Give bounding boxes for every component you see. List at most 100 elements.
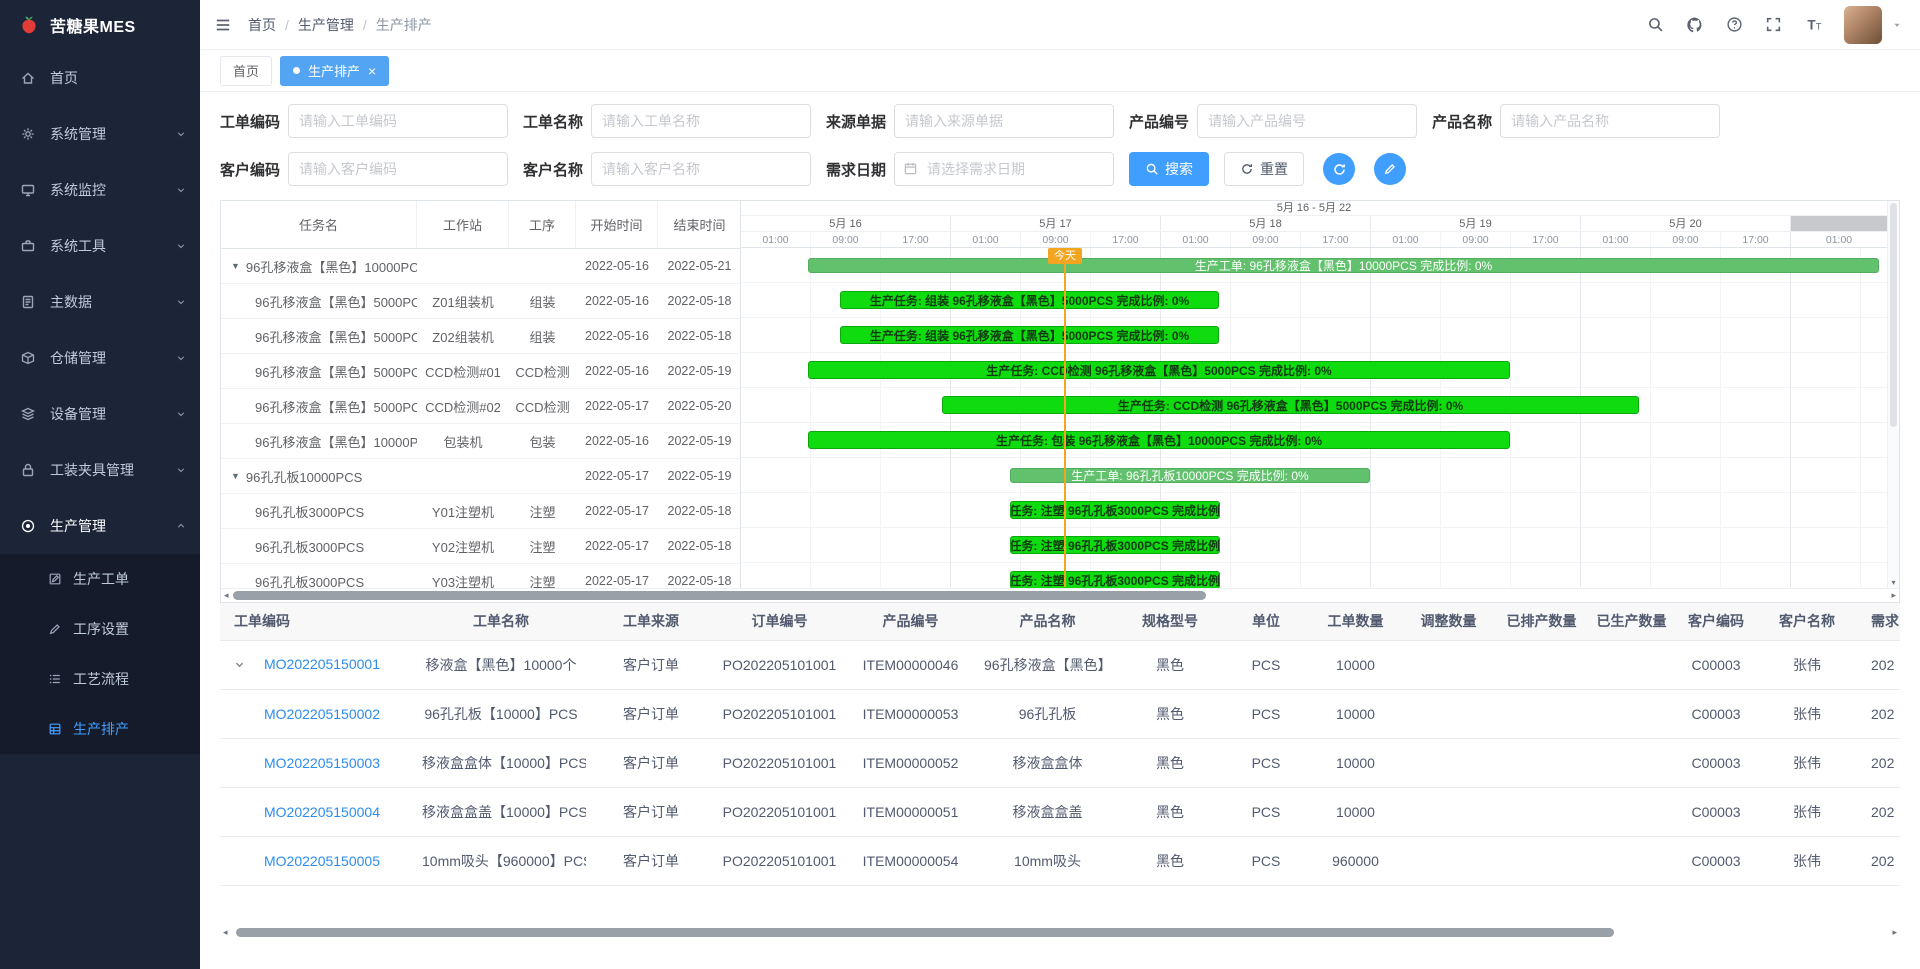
gantt-task-row[interactable]: ▼96孔移液盒【黑色】10000PCS 2022-05-162022-05-21 [221, 249, 740, 284]
sidebar-item-warehouse[interactable]: 仓储管理 [0, 330, 200, 386]
search-icon [1145, 162, 1159, 176]
col-work-order-source: 工单来源 [586, 603, 716, 640]
work-order-link[interactable]: MO202205150004 [264, 804, 380, 820]
work-order-link[interactable]: MO202205150005 [264, 853, 380, 869]
sidebar-item-system-tools[interactable]: 系统工具 [0, 218, 200, 274]
help-icon[interactable] [1726, 16, 1743, 33]
demand-date-input[interactable] [894, 152, 1114, 186]
vertical-scroll-thumb[interactable] [1890, 203, 1897, 427]
scroll-right-icon[interactable]: ▸ [1891, 590, 1896, 601]
sidebar-subitem-process-flow[interactable]: 工艺流程 [0, 654, 200, 704]
sidebar-item-master-data[interactable]: 主数据 [0, 274, 200, 330]
scroll-left-icon[interactable]: ◂ [224, 590, 229, 601]
collapse-icon[interactable]: ▼ [231, 471, 240, 481]
table-row[interactable]: MO202205150002 96孔孔板【10000】PCS客户订单PO2022… [220, 689, 1900, 738]
tab-bar: 首页 生产排产 × [200, 50, 1920, 92]
sidebar-subitem-scheduling[interactable]: 生产排产 [0, 704, 200, 754]
gantt-task-row[interactable]: 96孔移液盒【黑色】5000PCS CCD检测#02CCD检测 2022-05-… [221, 389, 740, 424]
gantt-task-row[interactable]: 96孔移液盒【黑色】5000PCS Z02组装机组装 2022-05-16202… [221, 319, 740, 354]
table-row[interactable]: MO202205150001 移液盒【黑色】10000个客户订单PO202205… [220, 640, 1900, 689]
sidebar-item-equipment[interactable]: 设备管理 [0, 386, 200, 442]
gantt-bar[interactable]: 生产任务: 组装 96孔移液盒【黑色】5000PCS 完成比例: 0% [840, 291, 1219, 309]
search-button[interactable]: 搜索 [1129, 152, 1209, 186]
horizontal-scroll-thumb[interactable] [236, 928, 1614, 937]
table-row[interactable]: MO202205150003 移液盒盒体【10000】PCS客户订单PO2022… [220, 738, 1900, 787]
gantt-task-row[interactable]: ▼96孔孔板10000PCS 2022-05-172022-05-19 [221, 459, 740, 494]
sidebar-subitem-process-settings[interactable]: 工序设置 [0, 604, 200, 654]
collapse-icon[interactable]: ▼ [231, 261, 240, 271]
gantt-bar[interactable]: 生产工单: 96孔移液盒【黑色】10000PCS 完成比例: 0% [808, 258, 1879, 273]
gantt-bar[interactable]: 生产任务: 组装 96孔移液盒【黑色】5000PCS 完成比例: 0% [840, 326, 1219, 344]
gantt-day-header: 5月 20 [1581, 216, 1791, 231]
refresh-circle-button[interactable] [1323, 153, 1355, 185]
gantt-vertical-scrollbar[interactable]: ▴ ▾ [1887, 201, 1899, 588]
product-name-input[interactable] [1500, 104, 1720, 138]
gantt-bar[interactable]: 生产任务: CCD检测 96孔移液盒【黑色】5000PCS 完成比例: 0% [942, 396, 1639, 414]
sidebar-item-system-monitor[interactable]: 系统监控 [0, 162, 200, 218]
work-order-link[interactable]: MO202205150001 [264, 656, 380, 672]
filter-work-order-name: 工单名称 [523, 104, 811, 138]
breadcrumb-item[interactable]: 首页 [248, 15, 276, 35]
today-badge: 今天 [1048, 248, 1082, 264]
github-icon[interactable] [1686, 16, 1704, 34]
hamburger-icon[interactable] [214, 16, 232, 34]
gantt-day-header: 5月 18 [1161, 216, 1371, 231]
tab-scheduling[interactable]: 生产排产 × [280, 56, 389, 86]
tab-home[interactable]: 首页 [220, 56, 272, 86]
tab-close-icon[interactable]: × [368, 64, 376, 78]
gantt-task-row[interactable]: 96孔移液盒【黑色】5000PCS Z01组装机组装 2022-05-16202… [221, 284, 740, 319]
breadcrumb-separator: / [363, 17, 367, 33]
row-expand-icon[interactable] [234, 657, 264, 673]
gantt-task-row[interactable]: 96孔孔板3000PCS Y02注塑机注塑 2022-05-172022-05-… [221, 529, 740, 564]
col-scheduled-qty: 已排产数量 [1495, 603, 1588, 640]
col-unit: 单位 [1223, 603, 1309, 640]
edit-icon [1383, 162, 1397, 176]
work-order-link[interactable]: MO202205150003 [264, 755, 380, 771]
gantt-task-row[interactable]: 96孔移液盒【黑色】5000PCS CCD检测#01CCD检测 2022-05-… [221, 354, 740, 389]
gantt-bar[interactable]: 生产任务: 注塑 96孔孔板3000PCS 完成比例: 0% [1010, 571, 1220, 588]
caret-down-icon[interactable] [1892, 20, 1902, 30]
avatar[interactable] [1844, 6, 1882, 44]
logo[interactable]: 苦糖果MES [0, 0, 200, 50]
scroll-left-icon[interactable]: ◂ [223, 927, 228, 938]
table-row[interactable]: MO202205150005 10mm吸头【960000】PCS客户订单PO20… [220, 836, 1900, 885]
sidebar-item-home[interactable]: 首页 [0, 50, 200, 106]
gantt-col-station: 工作站 [417, 201, 509, 248]
page-content: 工单编码 工单名称 来源单据 产品编号 产品名称 [200, 92, 1920, 969]
sidebar-item-label: 生产管理 [50, 516, 176, 536]
horizontal-scroll-thumb[interactable] [233, 591, 1206, 600]
sidebar-item-fixture[interactable]: 工装夹具管理 [0, 442, 200, 498]
sidebar-item-system-mgmt[interactable]: 系统管理 [0, 106, 200, 162]
gantt-bar[interactable]: 生产任务: 注塑 96孔孔板3000PCS 完成比例: 0% [1010, 501, 1220, 519]
search-icon[interactable] [1647, 16, 1664, 33]
font-size-icon[interactable]: TT [1804, 16, 1822, 34]
gantt-task-row[interactable]: 96孔孔板3000PCS Y01注塑机注塑 2022-05-172022-05-… [221, 494, 740, 529]
reset-button[interactable]: 重置 [1224, 152, 1304, 186]
table-row[interactable]: MO202205150004 移液盒盒盖【10000】PCS客户订单PO2022… [220, 787, 1900, 836]
sidebar-menu: 首页 系统管理 系统监控 系统工具 主数据 [0, 50, 200, 754]
gantt-task-row[interactable]: 96孔移液盒【黑色】10000PCS 包装机包装 2022-05-162022-… [221, 424, 740, 459]
fullscreen-icon[interactable] [1765, 16, 1782, 33]
scroll-right-icon[interactable]: ▸ [1892, 927, 1897, 938]
work-order-code-input[interactable] [288, 104, 508, 138]
sidebar-item-production[interactable]: 生产管理 [0, 498, 200, 554]
edit-circle-button[interactable] [1374, 153, 1406, 185]
product-code-input[interactable] [1197, 104, 1417, 138]
gantt-task-row[interactable]: 96孔孔板3000PCS Y03注塑机注塑 2022-05-172022-05-… [221, 564, 740, 588]
sidebar-item-label: 工装夹具管理 [50, 460, 176, 480]
gantt-bar[interactable]: 生产任务: CCD检测 96孔移液盒【黑色】5000PCS 完成比例: 0% [808, 361, 1510, 379]
source-doc-input[interactable] [894, 104, 1114, 138]
orders-table: 工单编码 工单名称 工单来源 订单编号 产品编号 产品名称 规格型号 单位 工单… [220, 603, 1900, 886]
work-order-link[interactable]: MO202205150002 [264, 706, 380, 722]
customer-code-input[interactable] [288, 152, 508, 186]
breadcrumb-item[interactable]: 生产管理 [298, 15, 354, 35]
sidebar-subitem-work-order[interactable]: 生产工单 [0, 554, 200, 604]
scheduling-icon [48, 722, 63, 736]
table-horizontal-scrollbar[interactable]: ◂ ▸ [220, 926, 1900, 939]
gantt-bar[interactable]: 生产任务: 包装 96孔移液盒【黑色】10000PCS 完成比例: 0% [808, 431, 1510, 449]
gantt-horizontal-scrollbar[interactable]: ◂ ▸ [221, 588, 1899, 602]
gantt-bar[interactable]: 生产任务: 注塑 96孔孔板3000PCS 完成比例: 0% [1010, 536, 1220, 554]
customer-name-input[interactable] [591, 152, 811, 186]
scroll-down-icon[interactable]: ▾ [1888, 578, 1899, 587]
work-order-name-input[interactable] [591, 104, 811, 138]
